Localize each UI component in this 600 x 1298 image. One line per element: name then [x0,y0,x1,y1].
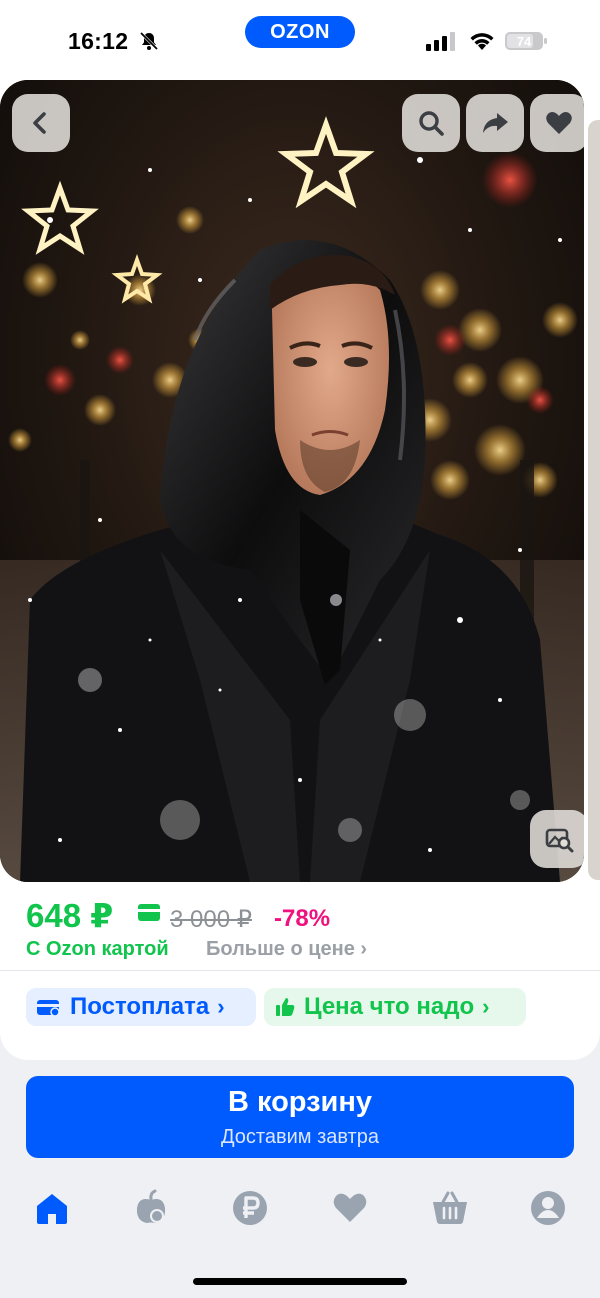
bell-muted-icon [139,31,159,51]
more-about-price-link[interactable]: Больше о цене › [206,938,367,961]
share-icon [483,113,508,133]
favorite-button[interactable] [530,94,584,152]
divider [0,970,600,971]
product-screen: 16:12 OZON 74 648 ₽ 3 000 ₽ -78% С Ozon … [0,0,600,1298]
ozon-card-label: С Ozon картой [26,938,169,960]
status-bar: 16:12 OZON 74 [0,0,600,80]
back-button[interactable] [12,94,70,152]
wifi-icon [470,33,494,50]
search-icon [419,111,444,136]
current-price: 648 ₽ [26,897,114,934]
product-photo-image [0,80,584,882]
ozon-logo: OZON [245,16,355,48]
discount-badge: -78% [274,905,331,932]
search-button[interactable] [402,94,460,152]
ozon-card-icon [138,904,160,921]
nav-favorites[interactable] [330,1188,370,1228]
home-indicator[interactable] [193,1278,407,1285]
product-photo[interactable] [0,80,584,882]
wallet-icon [37,1000,60,1017]
chevron-right-icon: › [217,994,225,1019]
favorites-icon [333,1193,367,1222]
nav-cart[interactable] [430,1188,470,1228]
ruble-icon [233,1191,267,1225]
next-photo-preview[interactable] [588,120,600,880]
price-panel: 648 ₽ 3 000 ₽ -78% С Ozon картой Больше … [0,884,600,1060]
postpay-chip[interactable]: Постоплата › [26,988,256,1026]
thumbs-up-icon [276,998,295,1016]
product-gallery[interactable] [0,80,600,884]
signal-icon [426,32,455,51]
battery-icon: 74 [505,32,547,50]
share-button[interactable] [466,94,524,152]
delivery-label: Доставим завтра [221,1126,379,1148]
basket-icon [433,1191,467,1224]
chevron-right-icon: › [482,994,490,1019]
heart-icon [546,112,572,134]
add-to-cart-button[interactable]: В корзину Доставим завтра [26,1076,574,1158]
postpay-label: Постоплата [70,993,210,1020]
back-icon [33,112,46,134]
good-price-label: Цена что надо [304,993,475,1020]
status-time: 16:12 [68,28,129,54]
nav-finance[interactable] [230,1188,270,1228]
old-price: 3 000 ₽ [170,906,252,933]
profile-icon [531,1191,565,1225]
fresh-icon [136,1189,166,1223]
nav-fresh[interactable] [131,1188,171,1228]
battery-level: 74 [517,34,532,49]
good-price-chip[interactable]: Цена что надо › [264,988,526,1026]
home-icon [37,1194,67,1224]
image-search-icon [545,828,574,853]
add-to-cart-label: В корзину [227,1086,373,1118]
image-search-button[interactable] [530,810,584,868]
nav-home[interactable] [32,1188,72,1228]
nav-profile[interactable] [528,1188,568,1228]
